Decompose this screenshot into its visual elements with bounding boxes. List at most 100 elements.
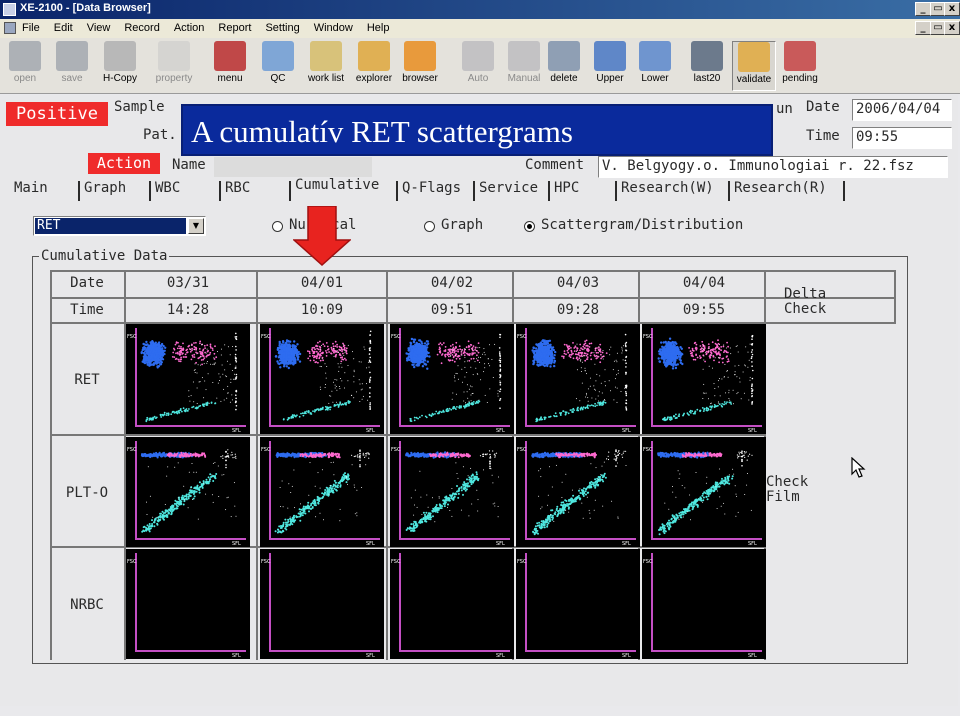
child-close-button[interactable]: x bbox=[944, 21, 960, 35]
toolbar-h-copy-button[interactable]: H-Copy bbox=[98, 41, 142, 91]
printer-icon bbox=[104, 41, 136, 71]
time-label: Time bbox=[806, 128, 840, 144]
work-list-icon bbox=[310, 41, 342, 71]
radio-dot bbox=[272, 221, 283, 232]
svg-text:SFL: SFL bbox=[622, 428, 631, 434]
comment-label: Comment bbox=[525, 157, 585, 173]
row-label-ret: RET bbox=[74, 372, 100, 388]
menu-item-record[interactable]: Record bbox=[124, 22, 159, 34]
column-date: 04/02 bbox=[430, 275, 474, 291]
scattergram-ret-1: FSC SFL bbox=[260, 324, 384, 434]
tab-separator bbox=[78, 181, 80, 201]
toolbar-manual-button[interactable]: Manual bbox=[502, 41, 546, 91]
scattergram-ret-3: FSC SFL bbox=[516, 324, 640, 434]
browser-icon bbox=[404, 41, 436, 71]
toolbar-last20-button[interactable]: last20 bbox=[685, 41, 729, 91]
run-label: un bbox=[776, 101, 793, 117]
last20-icon bbox=[691, 41, 723, 71]
grid-line bbox=[50, 297, 896, 299]
svg-text:FSC: FSC bbox=[261, 447, 271, 453]
tab-research-r-[interactable]: Research(R) bbox=[734, 180, 827, 196]
toolbar-browser-button[interactable]: browser bbox=[398, 41, 442, 91]
tab-q-flags[interactable]: Q-Flags bbox=[402, 180, 461, 196]
grid-line bbox=[50, 434, 764, 436]
menu-item-report[interactable]: Report bbox=[218, 22, 251, 34]
toolbar-auto-button[interactable]: Auto bbox=[456, 41, 500, 91]
menu-item-view[interactable]: View bbox=[87, 22, 111, 34]
patient-label: Pat. bbox=[143, 127, 177, 143]
menu-item-window[interactable]: Window bbox=[314, 22, 353, 34]
scattergram-ret-4: FSC SFL bbox=[642, 324, 766, 434]
cumulative-grid: Date Time 03/31 14:28 04/01 10:09 04/02 09:51 04… bbox=[50, 270, 896, 660]
column-date: 04/04 bbox=[682, 275, 726, 291]
radio-scattergram-label: Scattergram/Distribution bbox=[541, 217, 744, 233]
toolbar-explorer-button[interactable]: explorer bbox=[352, 41, 396, 91]
toolbar-lower-button[interactable]: Lower bbox=[633, 41, 677, 91]
minimize-button[interactable]: _ bbox=[915, 2, 931, 16]
toolbar-menu-button[interactable]: menu bbox=[208, 41, 252, 91]
scattergram-plot: FSCSFL bbox=[391, 328, 510, 434]
toolbar-label: work list bbox=[307, 73, 345, 84]
tab-separator bbox=[843, 181, 845, 201]
tab-service[interactable]: Service bbox=[479, 180, 538, 196]
toolbar-open-button[interactable]: open bbox=[3, 41, 47, 91]
child-minimize-button[interactable]: _ bbox=[915, 21, 931, 35]
menu-bar: File Edit View Record Action Report Setting Win… bbox=[0, 19, 960, 38]
menu-item-setting[interactable]: Setting bbox=[265, 22, 299, 34]
overlay-title: A cumulatív RET scattergrams bbox=[181, 104, 773, 156]
toolbar: open save H-Copy property menu QC work list exp… bbox=[0, 38, 960, 94]
parameter-select[interactable]: RET ▼ bbox=[33, 216, 206, 236]
scattergram-plot: FSCSFL bbox=[391, 441, 510, 547]
close-button[interactable]: x bbox=[944, 2, 960, 16]
chevron-down-icon[interactable]: ▼ bbox=[188, 218, 204, 234]
toolbar-label: explorer bbox=[355, 73, 393, 84]
tab-wbc[interactable]: WBC bbox=[155, 180, 180, 196]
column-date: 03/31 bbox=[166, 275, 210, 291]
scattergram-nrbc-1: FSC SFL bbox=[260, 549, 384, 659]
toolbar-label: Lower bbox=[641, 73, 669, 84]
toolbar-validate-button[interactable]: validate bbox=[732, 41, 776, 91]
scattergram-plt-o-0: FSC SFL bbox=[126, 437, 250, 547]
tab-main[interactable]: Main bbox=[14, 180, 48, 196]
toolbar-qc-button[interactable]: QC bbox=[256, 41, 300, 91]
tab-separator bbox=[289, 181, 291, 201]
toolbar-upper-button[interactable]: Upper bbox=[588, 41, 632, 91]
svg-text:FSC: FSC bbox=[643, 334, 653, 340]
toolbar-label: pending bbox=[782, 73, 818, 84]
tab-separator bbox=[149, 181, 151, 201]
action-button[interactable]: Action bbox=[88, 153, 160, 174]
svg-text:SFL: SFL bbox=[748, 428, 757, 434]
toolbar-label: H-Copy bbox=[103, 73, 137, 84]
tab-hpc[interactable]: HPC bbox=[554, 180, 579, 196]
menu-item-action[interactable]: Action bbox=[174, 22, 205, 34]
scattergram-plt-o-2: FSC SFL bbox=[390, 437, 514, 547]
toolbar-pending-button[interactable]: pending bbox=[778, 41, 822, 91]
tab-research-w-[interactable]: Research(W) bbox=[621, 180, 714, 196]
row-label-nrbc: NRBC bbox=[70, 597, 104, 613]
grid-line bbox=[386, 270, 388, 660]
tab-separator bbox=[219, 181, 221, 201]
menu-item-file[interactable]: File bbox=[22, 22, 40, 34]
column-time: 09:55 bbox=[682, 302, 726, 318]
toolbar-label: QC bbox=[270, 73, 286, 84]
scattergram-plt-o-4: FSC SFL bbox=[642, 437, 766, 547]
date-field[interactable]: 2006/04/04 bbox=[852, 99, 952, 121]
toolbar-property-button[interactable]: property bbox=[152, 41, 196, 91]
cumulative-group-title: Cumulative Data bbox=[39, 248, 170, 264]
system-menu-icon[interactable] bbox=[4, 22, 16, 34]
toolbar-label: last20 bbox=[693, 73, 721, 84]
tab-cumulative[interactable]: Cumulative bbox=[295, 177, 379, 193]
tab-rbc[interactable]: RBC bbox=[225, 180, 250, 196]
tab-separator bbox=[615, 181, 617, 201]
toolbar-save-button[interactable]: save bbox=[50, 41, 94, 91]
time-field[interactable]: 09:55 bbox=[852, 127, 952, 149]
column-time: 09:51 bbox=[430, 302, 474, 318]
comment-field[interactable]: V. Belgyogy.o. Immunologiai r. 22.fsz bbox=[598, 156, 948, 178]
menu-item-help[interactable]: Help bbox=[367, 22, 390, 34]
toolbar-delete-button[interactable]: delete bbox=[542, 41, 586, 91]
toolbar-work-list-button[interactable]: work list bbox=[304, 41, 348, 91]
property-icon bbox=[158, 41, 190, 71]
tab-graph[interactable]: Graph bbox=[84, 180, 126, 196]
mouse-cursor-icon bbox=[851, 457, 866, 478]
menu-item-edit[interactable]: Edit bbox=[54, 22, 73, 34]
